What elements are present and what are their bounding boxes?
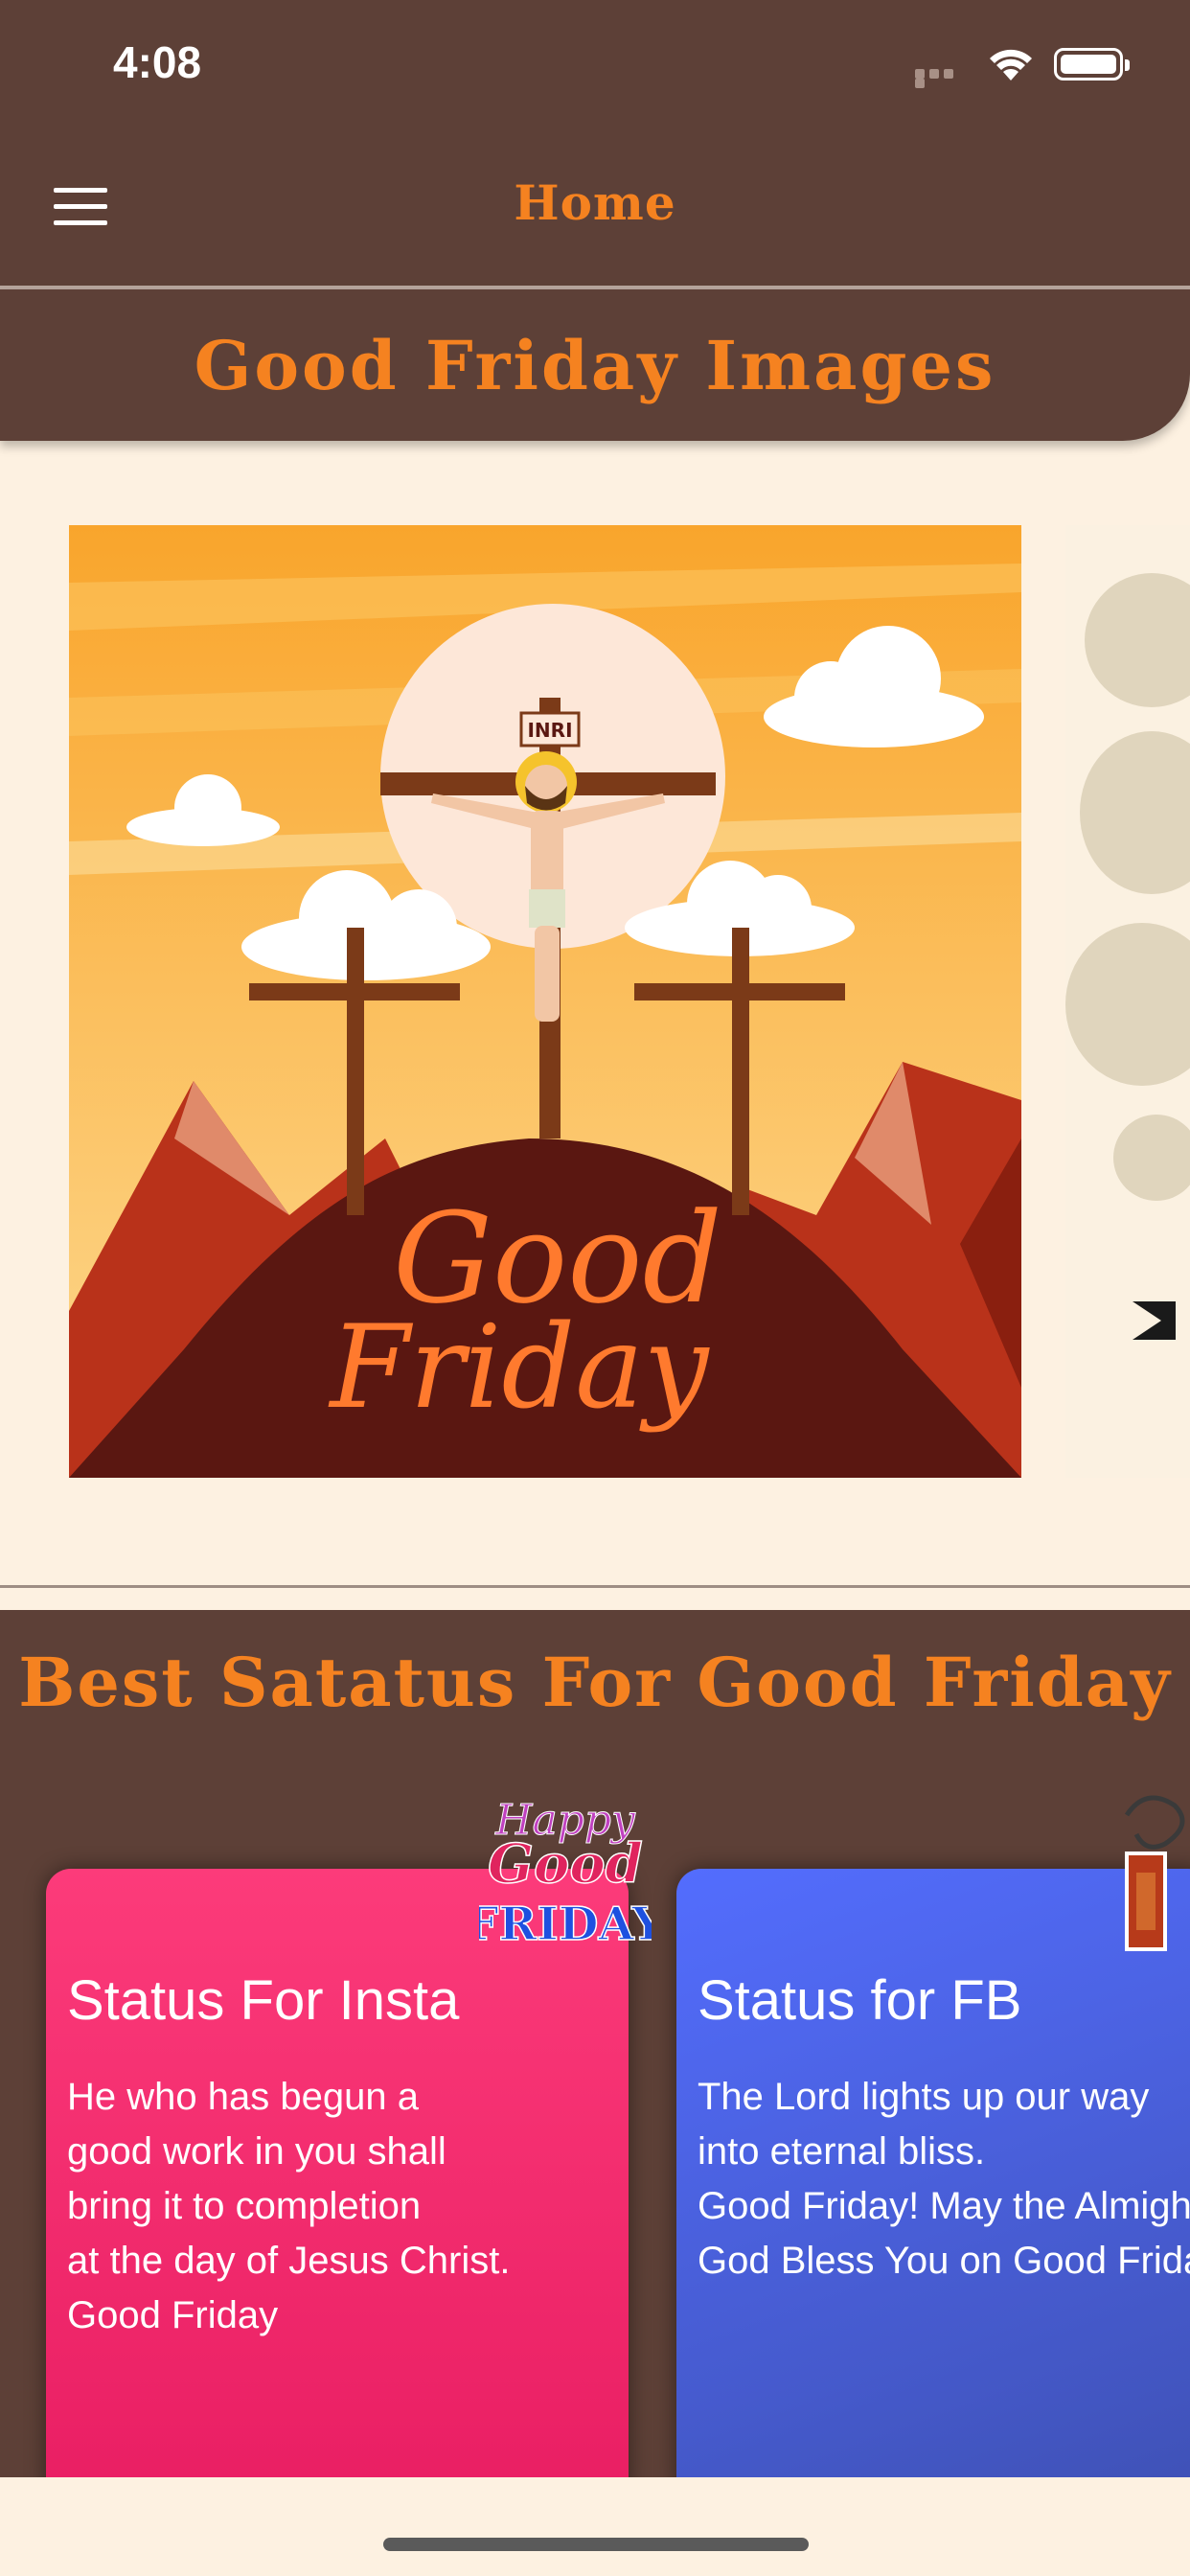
status-time: 4:08 [113, 37, 202, 87]
status-card-insta[interactable]: Happy Good FRIDAY Status For Insta He wh… [46, 1796, 652, 2477]
card-title: Status for FB [698, 1969, 1022, 2032]
image-carousel[interactable]: INRI Good Friday [0, 525, 1190, 1478]
nav-title: Home [514, 174, 676, 231]
section-header: Good Friday Images [0, 289, 1190, 441]
card-body: The Lord lights up our way into eternal … [698, 2076, 1190, 2282]
app-screen: 4:08 Home Good Friday Images INRI Good F… [0, 0, 1190, 2576]
svg-text:Good: Good [488, 1832, 643, 1896]
svg-text:FRIDAY: FRIDAY [479, 1898, 652, 1951]
status-section-title: Best Satatus For Good Friday [18, 1643, 1172, 1722]
status-card-fb[interactable]: Status for FB The Lord lights up our way… [676, 1795, 1190, 2477]
card-title: Status For Insta [67, 1969, 460, 2032]
battery-icon [1054, 48, 1130, 80]
section-divider [0, 1585, 1190, 1588]
happy-good-friday-logo-icon: Happy Good FRIDAY [479, 1796, 652, 1952]
card-logo-icon [1124, 1795, 1185, 1951]
image-caption-friday: Friday [328, 1301, 710, 1435]
cross-sign-text: INRI [527, 719, 572, 742]
cellular-signal-icon [915, 69, 969, 88]
home-indicator[interactable] [383, 2538, 809, 2551]
wifi-icon [987, 44, 1035, 86]
carousel-image-next[interactable] [1065, 525, 1190, 1478]
top-app-bar: 4:08 Home [0, 0, 1190, 289]
card-body: He who has begun a good work in you shal… [67, 2076, 511, 2336]
section-title: Good Friday Images [194, 326, 996, 405]
carousel-image-good-friday[interactable]: INRI Good Friday [69, 525, 1021, 1478]
status-section: Best Satatus For Good Friday Happy Good … [0, 1610, 1190, 2477]
bottom-safe-area [0, 2477, 1190, 2576]
